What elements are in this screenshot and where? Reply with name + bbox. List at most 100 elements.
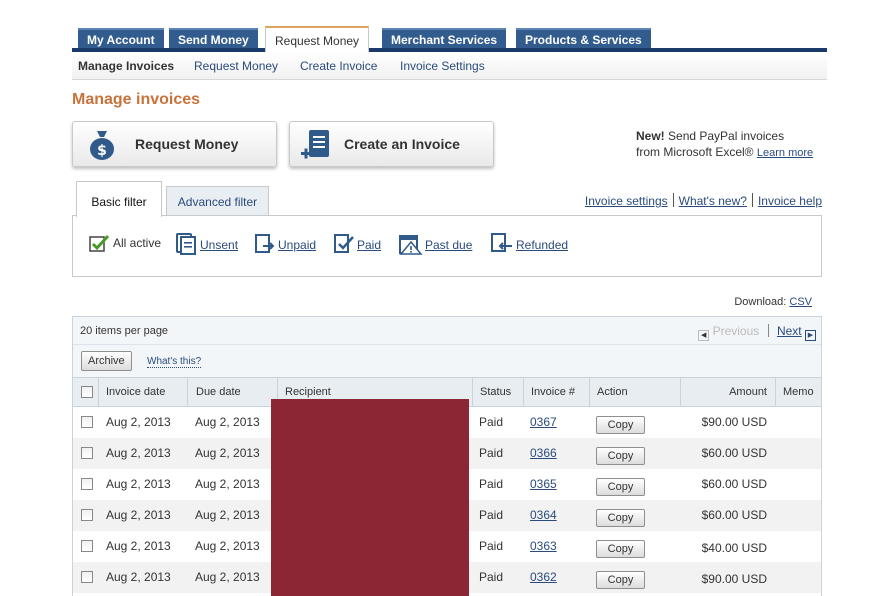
all-active-icon <box>89 234 110 252</box>
money-bag-icon: $ <box>90 131 114 160</box>
excel-promo: New! Send PayPal invoices from Microsoft… <box>636 128 813 161</box>
row-checkbox[interactable] <box>81 571 93 583</box>
invoice-date: Aug 2, 2013 <box>106 415 171 429</box>
amount: $60.00 USD <box>701 477 767 491</box>
csv-link[interactable]: CSV <box>789 296 812 308</box>
col-status[interactable]: Status <box>480 386 511 398</box>
whats-new-link[interactable]: What's new? <box>679 194 747 208</box>
subtab-create-invoice[interactable]: Create Invoice <box>300 59 377 73</box>
row-checkbox[interactable] <box>81 509 93 521</box>
create-invoice-icon <box>301 130 329 159</box>
copy-button[interactable]: Copy <box>596 416 645 434</box>
promo-text-1: Send PayPal invoices <box>668 129 785 143</box>
page-title: Manage invoices <box>72 91 201 108</box>
invoice-number-link[interactable]: 0366 <box>530 446 557 460</box>
amount: $40.00 USD <box>701 541 767 555</box>
status: Paid <box>479 477 504 491</box>
invoice-date: Aug 2, 2013 <box>106 477 171 491</box>
status: Paid <box>479 539 504 553</box>
invoice-number-link[interactable]: 0367 <box>530 415 557 429</box>
archive-bar: Archive What's this? <box>73 345 821 378</box>
help-links: Invoice settings What's new? Invoice help <box>585 193 822 208</box>
main-nav: My Account Send Money Request Money Merc… <box>72 24 827 52</box>
learn-more-link[interactable]: Learn more <box>757 147 813 159</box>
invoice-settings-link[interactable]: Invoice settings <box>585 194 668 208</box>
copy-button[interactable]: Copy <box>596 540 645 558</box>
filter-unpaid[interactable]: Unpaid <box>254 233 316 255</box>
invoice-date: Aug 2, 2013 <box>106 508 171 522</box>
download-label: Download: <box>734 296 787 308</box>
filter-refunded[interactable]: Refunded <box>490 233 568 255</box>
col-invoice-number[interactable]: Invoice # <box>531 386 575 398</box>
copy-button[interactable]: Copy <box>596 509 645 527</box>
invoice-date: Aug 2, 2013 <box>106 446 171 460</box>
col-recipient[interactable]: Recipient <box>285 386 331 398</box>
subtab-invoice-settings[interactable]: Invoice Settings <box>400 59 485 73</box>
invoice-date: Aug 2, 2013 <box>106 570 171 584</box>
prev-arrow-icon: ◀ <box>698 330 710 341</box>
tab-my-account[interactable]: My Account <box>78 28 164 48</box>
filter-panel: All active Unsent Unpaid Paid Past due R… <box>72 215 822 277</box>
filter-all-active-label: All active <box>113 236 162 250</box>
subtab-manage-invoices[interactable]: Manage Invoices <box>78 59 174 73</box>
filter-paid[interactable]: Paid <box>333 233 381 255</box>
invoice-help-link[interactable]: Invoice help <box>758 194 822 208</box>
promo-new: New! <box>636 129 665 143</box>
column-divider <box>98 378 99 407</box>
create-invoice-button[interactable]: Create an Invoice <box>289 121 494 167</box>
tab-products-services[interactable]: Products & Services <box>516 28 651 48</box>
filter-unpaid-label: Unpaid <box>278 238 317 252</box>
past-due-icon <box>399 235 423 255</box>
invoice-number-link[interactable]: 0365 <box>530 477 557 491</box>
subtab-request-money[interactable]: Request Money <box>194 59 278 73</box>
copy-button[interactable]: Copy <box>596 447 645 465</box>
status: Paid <box>479 446 504 460</box>
filter-unsent-label: Unsent <box>200 238 239 252</box>
col-invoice-date[interactable]: Invoice date <box>106 386 165 398</box>
invoice-number-link[interactable]: 0363 <box>530 539 557 553</box>
tab-send-money[interactable]: Send Money <box>169 28 258 48</box>
next-arrow-icon[interactable]: ▶ <box>805 330 816 341</box>
col-memo: Memo <box>783 386 814 398</box>
divider <box>672 193 674 207</box>
row-checkbox[interactable] <box>81 447 93 459</box>
amount: $90.00 USD <box>701 415 767 429</box>
next-link[interactable]: Next <box>777 324 802 338</box>
whats-this-link[interactable]: What's this? <box>147 356 202 368</box>
due-date: Aug 2, 2013 <box>195 570 260 584</box>
copy-button[interactable]: Copy <box>596 478 645 496</box>
row-checkbox[interactable] <box>81 478 93 490</box>
invoice-number-link[interactable]: 0364 <box>530 508 557 522</box>
select-all-checkbox[interactable] <box>81 386 93 398</box>
status: Paid <box>479 508 504 522</box>
archive-button[interactable]: Archive <box>81 351 132 371</box>
filter-paid-label: Paid <box>357 238 382 252</box>
row-checkbox[interactable] <box>81 540 93 552</box>
paid-icon <box>334 234 354 253</box>
column-divider <box>680 378 681 407</box>
filter-past-due[interactable]: Past due <box>399 233 472 255</box>
unpaid-icon <box>255 234 275 253</box>
tab-merchant-services[interactable]: Merchant Services <box>382 28 507 48</box>
items-per-page[interactable]: 20 items per page <box>80 325 168 337</box>
filter-refunded-label: Refunded <box>516 238 569 252</box>
unsent-icon <box>176 233 196 255</box>
due-date: Aug 2, 2013 <box>195 415 260 429</box>
invoice-number-link[interactable]: 0362 <box>530 570 557 584</box>
filter-unsent[interactable]: Unsent <box>176 233 238 255</box>
recipient-redaction <box>271 399 469 596</box>
row-checkbox[interactable] <box>81 416 93 428</box>
tab-request-money[interactable]: Request Money <box>265 26 370 52</box>
tab-basic-filter[interactable]: Basic filter <box>76 181 162 217</box>
tab-advanced-filter[interactable]: Advanced filter <box>166 186 269 215</box>
filter-all-active[interactable]: All active <box>89 233 161 253</box>
request-money-button[interactable]: $ Request Money <box>72 121 277 167</box>
copy-button[interactable]: Copy <box>596 571 645 589</box>
col-amount[interactable]: Amount <box>729 386 767 398</box>
column-divider <box>775 378 776 407</box>
invoice-date: Aug 2, 2013 <box>106 539 171 553</box>
col-due-date[interactable]: Due date <box>196 386 241 398</box>
pagination-bar: 20 items per page ◀ Previous Next ▶ <box>73 317 821 345</box>
amount: $60.00 USD <box>701 508 767 522</box>
download-row: Download: CSV <box>734 296 812 308</box>
